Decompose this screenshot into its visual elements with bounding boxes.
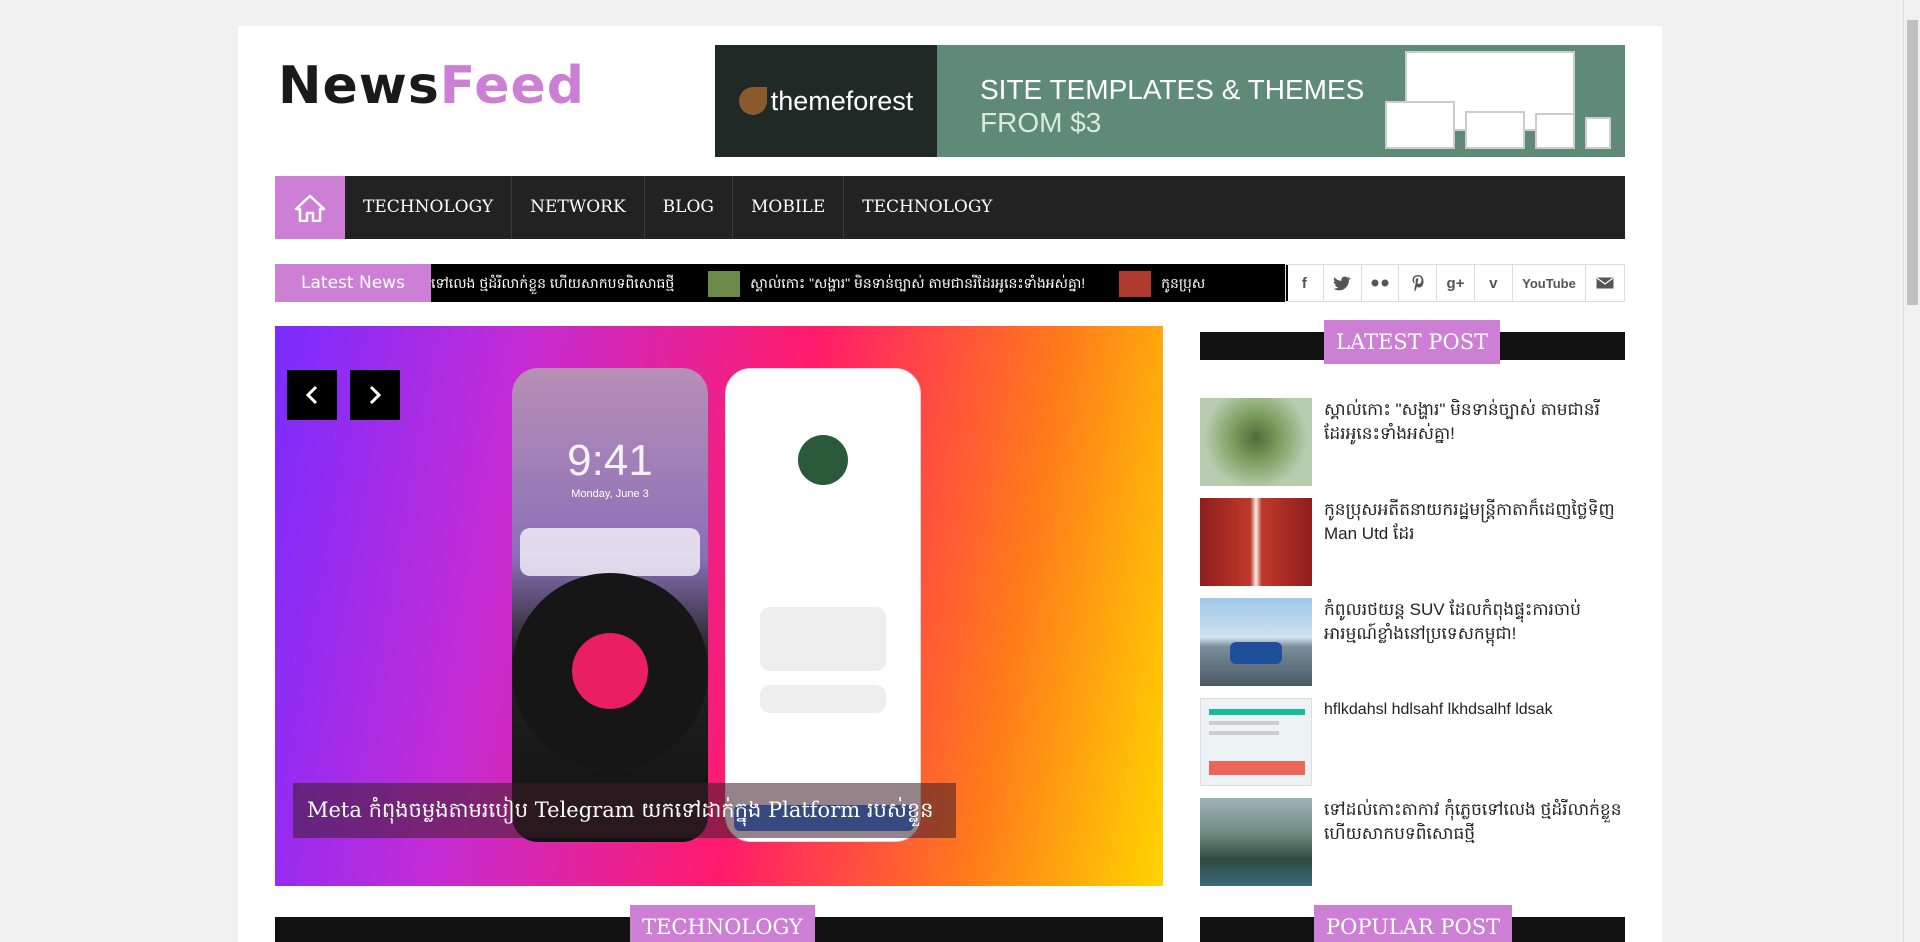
mail-icon[interactable] [1586, 265, 1624, 301]
ticker-label: Latest News [275, 264, 431, 302]
nav-item-technology-2[interactable]: TECHNOLOGY [844, 176, 1010, 239]
post-thumbnail[interactable] [1200, 498, 1312, 586]
section-title-technology: TECHNOLOGY [630, 905, 815, 942]
header-banner-ad[interactable]: themeforest SITE TEMPLATES & THEMES FROM… [715, 45, 1625, 157]
post-title[interactable]: ទៅដល់កោះតាកាវ កុំភ្លេចទៅលេង ថ្មដំរីលាក់ខ… [1324, 798, 1624, 846]
page-container: NewsFeed themeforest SITE TEMPLATES & TH… [238, 26, 1662, 942]
ticker-item[interactable]: ស្គាល់កោះ "សង្ហារ" មិនទាន់ច្បាស់ តាមជានរ… [708, 264, 1085, 302]
phone-notification [520, 528, 700, 576]
slider-next-button[interactable] [350, 370, 400, 420]
youtube-label: YouTube [1522, 275, 1576, 291]
vimeo-icon[interactable]: v [1475, 265, 1513, 301]
phone-day: Monday, June 3 [571, 488, 649, 500]
chat-bubble [760, 607, 886, 671]
phone-time: 9:41 [567, 436, 653, 485]
googleplus-icon[interactable]: g+ [1437, 265, 1475, 301]
chevron-right-icon [369, 385, 382, 405]
post-title[interactable]: ស្គាល់កោះ "សង្ហារ" មិនទាន់ច្បាស់ តាមជានរ… [1324, 398, 1624, 446]
ticker-thumbnail [1119, 271, 1152, 298]
featured-slider[interactable]: 9:41 Monday, June 3 Meta កំពុងចម្លងតាមរប… [275, 326, 1163, 886]
ticker-item[interactable]: ទៅលេង ថ្មដំរីលាក់ខ្លួន ហើយសាកបទពិសោធថ្មី [431, 264, 674, 302]
main-nav: TECHNOLOGY NETWORK BLOG MOBILE TECHNOLOG… [275, 176, 1625, 239]
channel-avatar [798, 435, 848, 485]
slider-prev-button[interactable] [287, 370, 337, 420]
post-thumbnail[interactable] [1200, 698, 1312, 786]
home-button[interactable] [275, 176, 345, 239]
ticker-strip: ទៅលេង ថ្មដំរីលាក់ខ្លួន ហើយសាកបទពិសោធថ្មី… [431, 264, 1288, 302]
site-logo[interactable]: NewsFeed [278, 56, 585, 116]
post-thumbnail[interactable] [1200, 798, 1312, 886]
latest-post-item[interactable]: hflkdahsl hdlsahf lkhdsalhf ldsak [1200, 698, 1625, 786]
nav-item-blog[interactable]: BLOG [645, 176, 733, 239]
phone-lockscreen-image: 9:41 Monday, June 3 [512, 368, 708, 842]
banner-text: SITE TEMPLATES & THEMES FROM $3 [980, 73, 1364, 139]
ticker-item-text: ស្គាល់កោះ "សង្ហារ" មិនទាន់ច្បាស់ តាមជានរ… [750, 275, 1086, 291]
logo-part-news: News [278, 56, 440, 116]
banner-brand: themeforest [770, 85, 914, 116]
social-links: f g+ v YouTube [1285, 264, 1625, 302]
leaf-icon [738, 87, 767, 115]
post-title[interactable]: កូនប្រុសអតីតនាយករដ្ឋមន្ត្រីកាតាក៏ដេញថ្លៃ… [1324, 498, 1624, 546]
latest-news-ticker: Latest News ទៅលេង ថ្មដំរីលាក់ខ្លួន ហើយសា… [275, 264, 1625, 302]
latest-post-item[interactable]: ស្គាល់កោះ "សង្ហារ" មិនទាន់ច្បាស់ តាមជានរ… [1200, 398, 1625, 486]
post-thumbnail[interactable] [1200, 598, 1312, 686]
flickr-icon[interactable] [1362, 265, 1400, 301]
section-header-latest-post: LATEST POST [1200, 320, 1625, 364]
pinterest-icon[interactable] [1399, 265, 1438, 301]
logo-part-feed: Feed [439, 56, 585, 116]
latest-post-item[interactable]: ទៅដល់កោះតាកាវ កុំភ្លេចទៅលេង ថ្មដំរីលាក់ខ… [1200, 798, 1625, 886]
ticker-item[interactable]: កូនប្រុស [1119, 264, 1205, 302]
slide-caption[interactable]: Meta កំពុងចម្លងតាមរបៀប Telegram យកទៅដាក់… [293, 783, 956, 838]
nav-item-technology[interactable]: TECHNOLOGY [345, 176, 513, 239]
page-scrollbar[interactable] [1903, 0, 1920, 942]
section-title-latest-post: LATEST POST [1324, 320, 1501, 364]
latest-post-item[interactable]: កូនប្រុសអតីតនាយករដ្ឋមន្ត្រីកាតាក៏ដេញថ្លៃ… [1200, 498, 1625, 586]
banner-devices-image [1385, 51, 1615, 151]
youtube-icon[interactable]: YouTube [1513, 265, 1587, 301]
section-title-popular-post: POPULAR POST [1314, 905, 1513, 942]
scrollbar-thumb[interactable] [1907, 20, 1918, 305]
twitter-icon[interactable] [1324, 265, 1362, 301]
ticker-item-text: កូនប្រុស [1161, 275, 1206, 291]
section-header-technology: TECHNOLOGY [275, 905, 1163, 942]
nav-item-network[interactable]: NETWORK [512, 176, 645, 239]
phone-channel-image [725, 368, 921, 842]
themeforest-logo: themeforest [715, 45, 937, 157]
ticker-thumbnail [708, 271, 741, 298]
post-thumbnail[interactable] [1200, 398, 1312, 486]
chevron-left-icon [305, 385, 318, 405]
nav-item-mobile[interactable]: MOBILE [733, 176, 845, 239]
latest-post-item[interactable]: កំពូលរថយន្ត SUV ដែលកំពុងផ្ទុះការចាប់អារម… [1200, 598, 1625, 686]
section-header-popular-post: POPULAR POST [1200, 905, 1625, 942]
post-title[interactable]: hflkdahsl hdlsahf lkhdsalhf ldsak [1324, 698, 1624, 722]
post-title[interactable]: កំពូលរថយន្ត SUV ដែលកំពុងផ្ទុះការចាប់អារម… [1324, 598, 1624, 646]
facebook-icon[interactable]: f [1286, 265, 1324, 301]
home-icon [294, 194, 326, 222]
chat-bubble [760, 685, 886, 713]
banner-line1: SITE TEMPLATES & THEMES [980, 74, 1365, 105]
banner-line2: FROM $3 [980, 107, 1102, 138]
vinyl-record [512, 573, 708, 769]
